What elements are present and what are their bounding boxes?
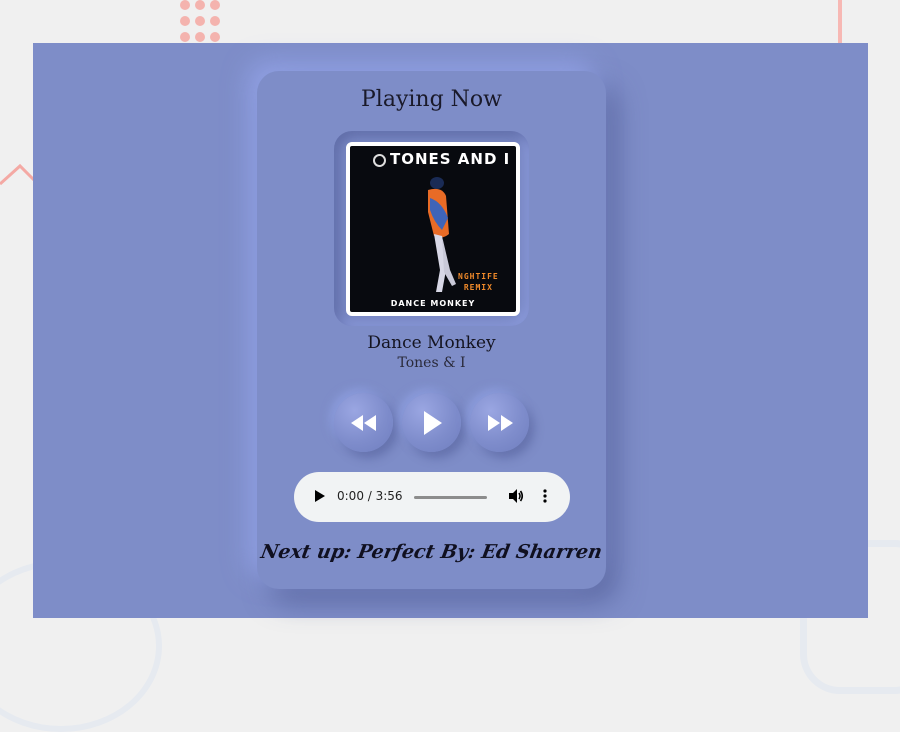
play-icon: [423, 410, 442, 435]
album-art-artist-text: TONES AND I: [390, 150, 511, 168]
dancer-figure-icon: [428, 177, 456, 292]
audio-player[interactable]: 0:00 / 3:56: [294, 472, 570, 522]
page-title: Playing Now: [361, 87, 502, 112]
audio-play-icon[interactable]: [314, 489, 326, 503]
fast-forward-icon: [487, 414, 513, 431]
rewind-button[interactable]: [334, 393, 393, 452]
audio-time: 0:00 / 3:56: [337, 489, 403, 503]
album-art-song-text: DANCE MONKEY: [390, 299, 476, 308]
album-art-frame: TONES AND I NGHTIFE REMIX DANCE MONKEY: [334, 131, 529, 326]
volume-icon[interactable]: [508, 488, 524, 504]
more-vertical-icon[interactable]: [543, 489, 547, 503]
next-up-text: Next up: Perfect By: Ed Sharren: [259, 541, 604, 563]
decorative-dots: [178, 0, 224, 43]
song-artist: Tones & I: [397, 355, 466, 371]
label-logo-icon: [373, 154, 386, 167]
music-player-card: Playing Now TONES AND I NGHTIFE REMIX DA…: [257, 71, 606, 589]
album-art-remix-text: NGHTIFE REMIX: [458, 272, 499, 292]
rewind-icon: [350, 414, 376, 431]
song-title: Dance Monkey: [367, 333, 496, 353]
decorative-line: [838, 0, 842, 43]
play-button[interactable]: [402, 393, 461, 452]
album-art: TONES AND I NGHTIFE REMIX DANCE MONKEY: [346, 142, 520, 316]
fast-forward-button[interactable]: [470, 393, 529, 452]
player-background: Playing Now TONES AND I NGHTIFE REMIX DA…: [33, 43, 868, 618]
audio-progress-bar[interactable]: [414, 496, 487, 499]
